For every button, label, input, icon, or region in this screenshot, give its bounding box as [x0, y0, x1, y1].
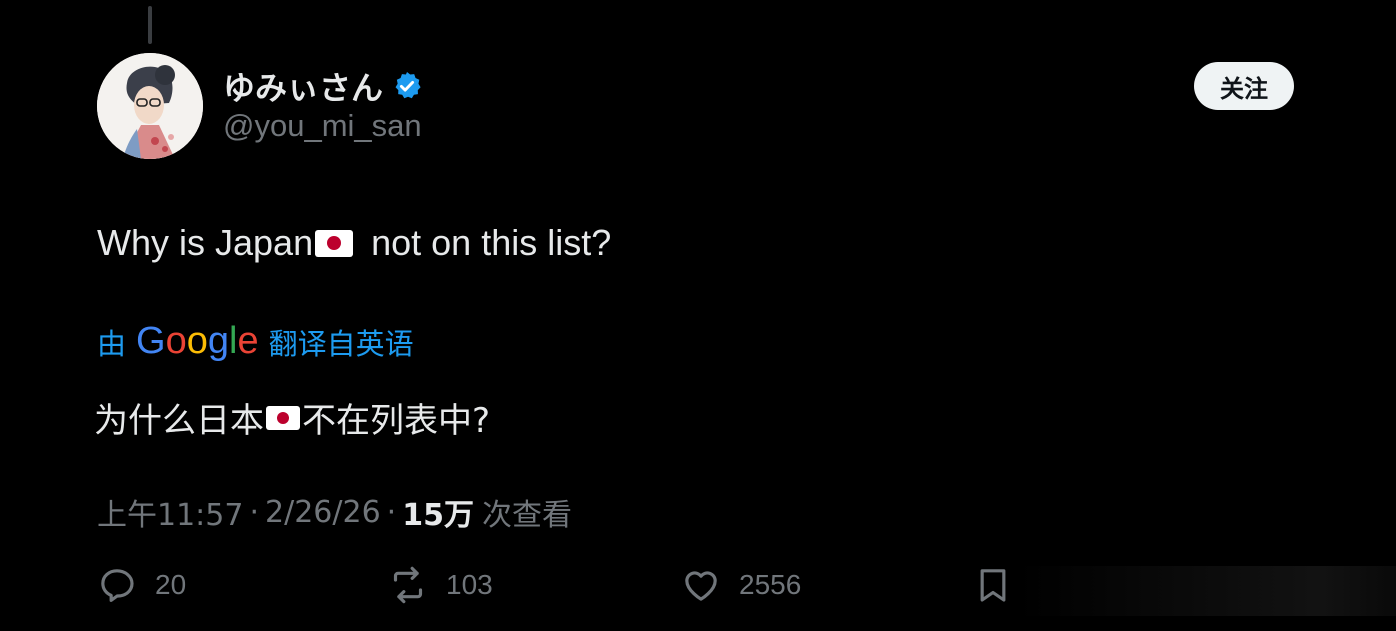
reply-icon [101, 569, 134, 602]
japan-flag-icon [266, 405, 300, 430]
verified-badge-icon [395, 72, 421, 99]
tweet-text-part-1: Why is Japan [97, 222, 314, 263]
bookmark-icon [980, 569, 1006, 602]
google-logo-letter: g [207, 320, 229, 362]
japan-flag-icon [315, 229, 354, 257]
views-label: 次查看 [481, 498, 572, 533]
views-count[interactable]: 15万 [402, 490, 474, 534]
thread-connector-line [148, 6, 152, 44]
google-logo-letter: e [237, 320, 259, 362]
author-name[interactable]: ゆみぃさん [223, 63, 423, 109]
google-logo: Google [136, 320, 259, 363]
google-logo-letter: l [229, 320, 238, 362]
author-display-name[interactable]: ゆみぃさん [223, 63, 383, 109]
tweet-text-part-2: not on this list? [361, 222, 612, 263]
like-count: 2556 [739, 569, 802, 600]
repost-icon [393, 566, 423, 604]
author-handle[interactable]: @you_mi_san [223, 108, 422, 144]
google-logo-letter: o [186, 320, 208, 362]
avatar-illustration [97, 53, 203, 159]
bookmark-button[interactable] [973, 565, 1013, 605]
translated-text-part-2: 不在列表中? [302, 401, 491, 441]
repost-count: 103 [446, 569, 493, 600]
google-logo-letter: o [165, 320, 187, 362]
blurred-overlay [1016, 566, 1396, 616]
tweet-time[interactable]: 上午11:57 [97, 490, 243, 534]
meta-separator: · [249, 494, 260, 530]
avatar[interactable] [97, 53, 203, 159]
tweet-meta: 上午11:57 · 2/26/26 · 15万 次查看 [97, 490, 572, 534]
reply-count: 20 [155, 569, 187, 600]
repost-button[interactable]: 103 [388, 565, 493, 605]
google-logo-letter: G [136, 320, 166, 362]
translated-text-part-1: 为什么日本 [94, 401, 264, 441]
reply-button[interactable]: 20 [97, 565, 186, 605]
translated-tweet-text: 为什么日本 不在列表中? [94, 393, 490, 442]
like-icon [685, 571, 717, 601]
translation-attribution[interactable]: 由 Google 翻译自英语 [97, 320, 414, 363]
like-button[interactable]: 2556 [681, 565, 801, 605]
tweet-text: Why is Japan not on this list? [97, 222, 611, 264]
tweet-date[interactable]: 2/26/26 [265, 495, 381, 530]
translation-suffix: 翻译自英语 [268, 326, 414, 361]
translation-prefix: 由 [97, 326, 127, 361]
follow-button[interactable]: 关注 [1194, 62, 1294, 110]
meta-separator: · [386, 494, 397, 530]
